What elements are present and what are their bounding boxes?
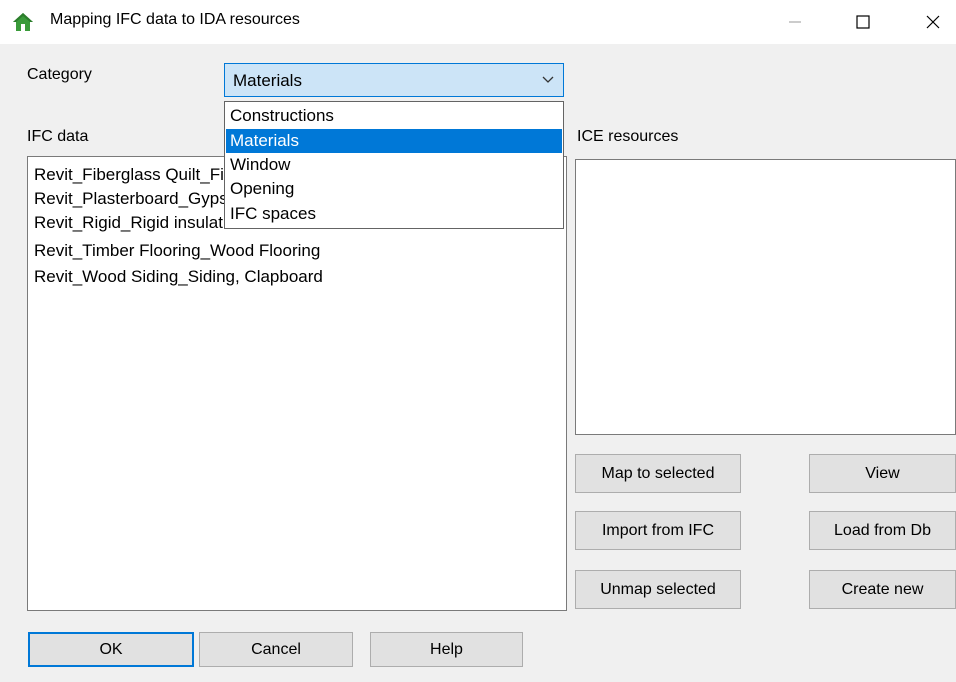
dropdown-option-window[interactable]: Window	[226, 153, 562, 177]
import-from-ifc-button[interactable]: Import from IFC	[575, 511, 741, 550]
window-title: Mapping IFC data to IDA resources	[50, 11, 300, 28]
close-icon	[926, 15, 940, 29]
ice-resources-label: ICE resources	[577, 128, 679, 145]
dropdown-option-opening[interactable]: Opening	[226, 177, 562, 201]
list-item[interactable]: Revit_Wood Siding_Siding, Clapboard	[34, 267, 323, 287]
dropdown-option-materials[interactable]: Materials	[226, 129, 562, 153]
maximize-icon	[856, 15, 870, 29]
title-bar: Mapping IFC data to IDA resources	[0, 0, 956, 44]
create-new-button[interactable]: Create new	[809, 570, 956, 609]
unmap-selected-button[interactable]: Unmap selected	[575, 570, 741, 609]
category-select[interactable]: Materials	[224, 63, 564, 97]
map-to-selected-button[interactable]: Map to selected	[575, 454, 741, 493]
category-dropdown-list: Constructions Materials Window Opening I…	[224, 101, 564, 229]
ifc-data-label: IFC data	[27, 128, 89, 145]
list-item[interactable]: Revit_Rigid_Rigid insulation	[34, 213, 246, 233]
minimize-icon	[789, 21, 801, 23]
close-button[interactable]	[910, 0, 956, 44]
dropdown-option-ifc-spaces[interactable]: IFC spaces	[226, 202, 562, 226]
ice-resources-list[interactable]	[575, 159, 956, 435]
chevron-down-icon	[541, 72, 555, 86]
cancel-button[interactable]: Cancel	[199, 632, 353, 667]
dropdown-option-constructions[interactable]: Constructions	[226, 104, 562, 128]
ok-button[interactable]: OK	[28, 632, 194, 667]
view-button[interactable]: View	[809, 454, 956, 493]
house-icon	[12, 12, 34, 32]
maximize-button[interactable]	[840, 0, 886, 44]
help-button[interactable]: Help	[370, 632, 523, 667]
load-from-db-button[interactable]: Load from Db	[809, 511, 956, 550]
category-label: Category	[27, 66, 92, 83]
minimize-button[interactable]	[772, 0, 818, 44]
category-selected-value: Materials	[233, 71, 302, 90]
list-item[interactable]: Revit_Timber Flooring_Wood Flooring	[34, 241, 320, 261]
